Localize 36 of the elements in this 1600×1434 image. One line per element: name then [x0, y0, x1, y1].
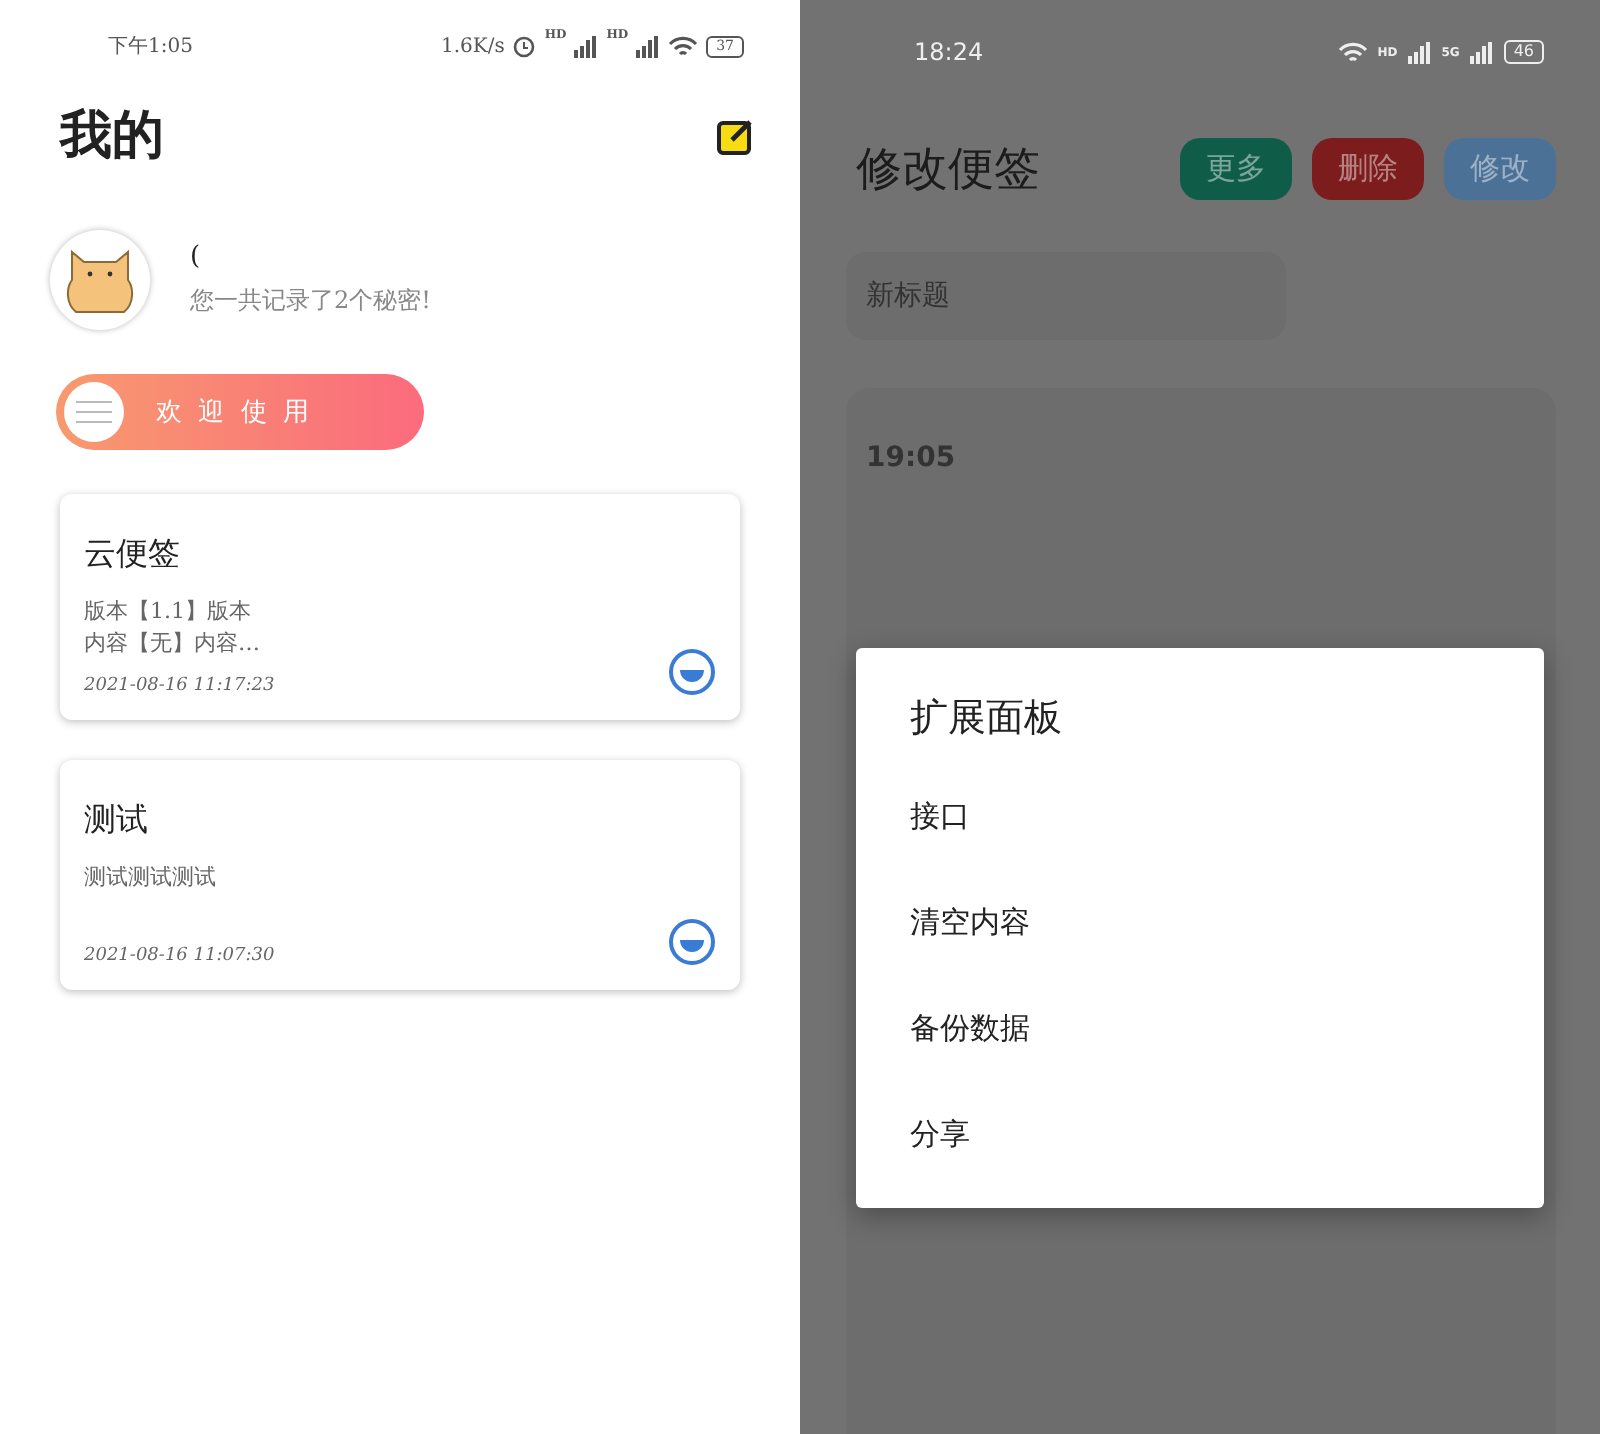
menu-item[interactable]: 清空内容 — [910, 870, 1030, 976]
page-title: 我的 — [60, 104, 164, 170]
signal-icon — [574, 35, 599, 57]
page-title: 修改便签 — [856, 142, 1042, 200]
user-name: ( — [190, 242, 203, 272]
note-count-text: 您一共记录了2个秘密! — [190, 284, 431, 318]
dialog-title: 扩展面板 — [910, 694, 1064, 744]
list-icon — [76, 400, 112, 424]
network-speed: 1.6K/s — [440, 35, 505, 57]
status-time: 18:24 — [914, 38, 984, 66]
alarm-icon — [512, 34, 537, 58]
note-date: 2021-08-16 11:07:30 — [84, 946, 277, 966]
note-card[interactable]: 云便签 版本【1.1】版本 内容【无】内容… 2021-08-16 11:17:23 — [60, 494, 740, 720]
note-title: 云便签 — [84, 534, 182, 576]
status-time: 下午1:05 — [108, 34, 193, 60]
wifi-icon — [1337, 41, 1368, 63]
battery-level: 46 — [1503, 40, 1544, 64]
menu-item[interactable]: 分享 — [910, 1082, 970, 1188]
signal-icon — [1407, 41, 1432, 63]
signal-icon — [636, 35, 661, 57]
edit-icon[interactable] — [716, 115, 756, 155]
content-time: 19:05 — [866, 442, 956, 474]
smiley-icon — [668, 648, 716, 696]
note-preview: 测试测试测试 — [84, 862, 218, 894]
note-title: 测试 — [84, 800, 150, 842]
title-input[interactable]: 新标题 — [846, 252, 1286, 340]
note-preview: 版本【1.1】版本 — [84, 596, 253, 628]
signal-icon — [1469, 41, 1494, 63]
note-preview: 内容【无】内容… — [84, 628, 262, 660]
avatar — [50, 230, 150, 330]
note-card[interactable]: 测试 测试测试测试 2021-08-16 11:07:30 — [60, 760, 740, 990]
menu-item[interactable]: 接口 — [910, 764, 970, 870]
wifi-icon — [668, 35, 699, 57]
menu-item[interactable]: 备份数据 — [910, 976, 1030, 1082]
smiley-icon — [668, 918, 716, 966]
note-date: 2021-08-16 11:17:23 — [84, 676, 277, 696]
